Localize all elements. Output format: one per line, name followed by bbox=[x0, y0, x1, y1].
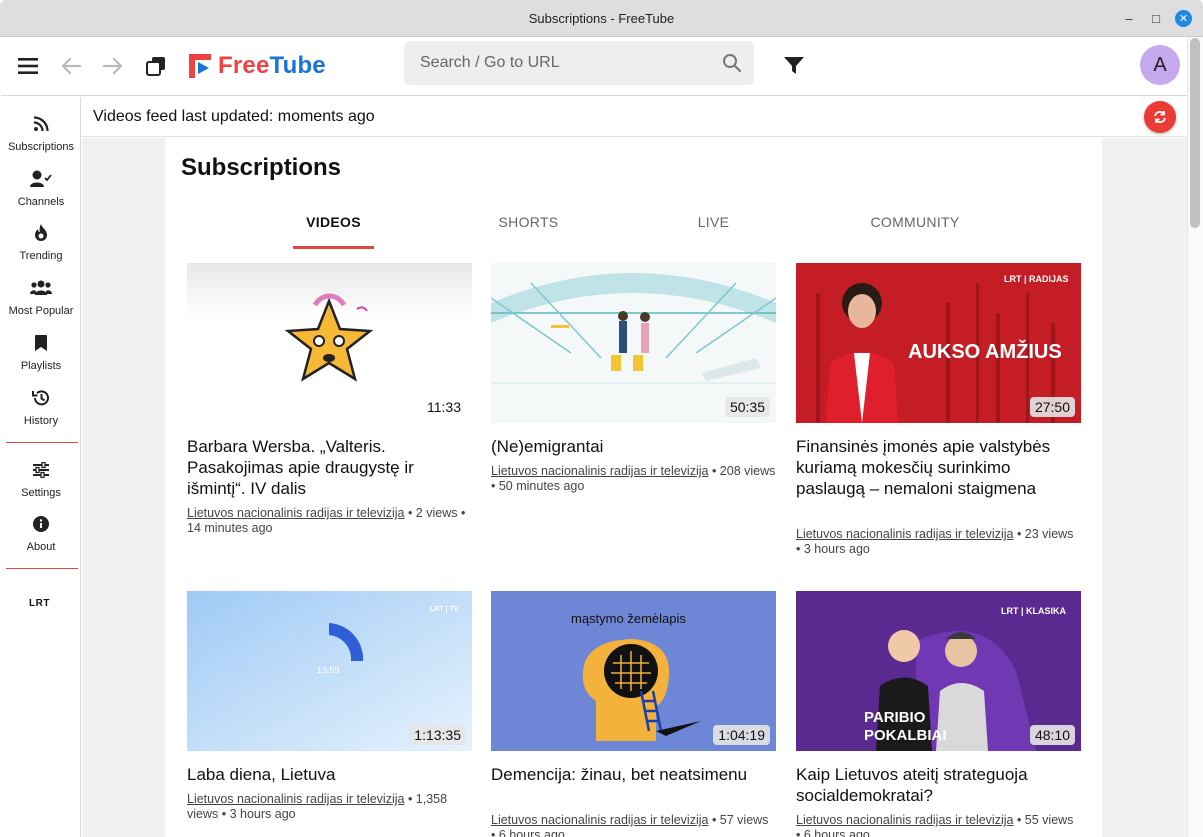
profile-avatar[interactable]: A bbox=[1140, 45, 1180, 85]
rss-icon bbox=[30, 113, 52, 135]
fire-icon bbox=[30, 222, 52, 244]
user-check-icon bbox=[30, 168, 52, 190]
sidebar-item-label: Most Popular bbox=[8, 305, 74, 317]
logo-text-tube: Tube bbox=[269, 52, 326, 79]
tab-shorts[interactable]: SHORTS bbox=[488, 214, 569, 230]
maximize-button[interactable]: □ bbox=[1148, 10, 1164, 26]
close-button[interactable]: ✕ bbox=[1175, 10, 1192, 27]
users-icon bbox=[30, 277, 52, 299]
forward-arrow-icon[interactable] bbox=[100, 53, 126, 79]
video-duration: 50:35 bbox=[724, 397, 770, 417]
svg-text:mąstymo žemėlapis: mąstymo žemėlapis bbox=[571, 611, 686, 626]
sidebar-item-about[interactable]: About bbox=[1, 513, 81, 565]
window-titlebar: Subscriptions - FreeTube – □ ✕ bbox=[0, 0, 1203, 37]
hamburger-menu-icon[interactable] bbox=[15, 54, 41, 78]
sidebar: Subscriptions Channels Trending Most Pop… bbox=[1, 97, 81, 837]
minimize-button[interactable]: – bbox=[1121, 10, 1137, 26]
search-icon[interactable] bbox=[722, 53, 744, 75]
sidebar-item-most-popular[interactable]: Most Popular bbox=[1, 277, 81, 329]
page-title: Subscriptions bbox=[181, 154, 342, 181]
refresh-button[interactable] bbox=[1144, 101, 1176, 133]
new-window-icon[interactable] bbox=[143, 53, 169, 79]
video-channel-link[interactable]: Lietuvos nacionalinis radijas ir televiz… bbox=[187, 506, 404, 520]
logo-text-free: Free bbox=[218, 52, 270, 79]
video-duration: 1:04:19 bbox=[713, 725, 770, 745]
video-duration: 1:13:35 bbox=[409, 725, 466, 745]
filter-icon[interactable] bbox=[781, 53, 807, 79]
svg-text:LRT | KLASIKA: LRT | KLASIKA bbox=[1001, 606, 1067, 616]
video-duration: 11:33 bbox=[422, 397, 466, 417]
active-tab-indicator bbox=[293, 246, 374, 249]
freetube-logo-icon bbox=[189, 54, 211, 78]
svg-text:LRT | RADIJAS: LRT | RADIJAS bbox=[1004, 274, 1069, 284]
video-title[interactable]: Laba diena, Lietuva bbox=[187, 764, 472, 785]
feed-status-bar: Videos feed last updated: moments ago bbox=[82, 97, 1187, 137]
video-thumbnail[interactable]: 11:33 bbox=[187, 263, 472, 423]
svg-text:LRT | TV: LRT | TV bbox=[430, 606, 459, 613]
sidebar-item-label: About bbox=[26, 541, 56, 553]
tab-videos[interactable]: VIDEOS bbox=[293, 214, 374, 230]
svg-text:13:59: 13:59 bbox=[317, 665, 340, 675]
video-thumbnail[interactable]: mąstymo žemėlapis 1:04:19 bbox=[491, 591, 776, 751]
video-title[interactable]: Barbara Wersba. „Valteris. Pasakojimas a… bbox=[187, 436, 472, 499]
scrollbar-thumb[interactable] bbox=[1190, 38, 1200, 228]
sidebar-item-label: Subscriptions bbox=[7, 141, 75, 153]
app-header: FreeTube A bbox=[1, 37, 1187, 96]
sidebar-item-subscriptions[interactable]: Subscriptions bbox=[1, 113, 81, 165]
svg-text:AUKSO AMŽIUS: AUKSO AMŽIUS bbox=[908, 339, 1062, 363]
search-bar bbox=[404, 41, 754, 85]
sidebar-item-label: History bbox=[23, 415, 59, 427]
video-channel-link[interactable]: Lietuvos nacionalinis radijas ir televiz… bbox=[796, 813, 1013, 827]
video-title[interactable]: Kaip Lietuvos ateitį strateguoja sociald… bbox=[796, 764, 1081, 806]
sidebar-item-trending[interactable]: Trending bbox=[1, 222, 81, 274]
sidebar-item-label: Trending bbox=[19, 250, 63, 262]
video-meta: Lietuvos nacionalinis radijas ir televiz… bbox=[491, 464, 776, 493]
bookmark-icon bbox=[30, 332, 52, 354]
video-title[interactable]: (Ne)emigrantai bbox=[491, 436, 776, 457]
info-icon bbox=[30, 513, 52, 535]
video-title[interactable]: Finansinės įmonės apie valstybės kuriamą… bbox=[796, 436, 1081, 499]
svg-text:POKALBIAI: POKALBIAI bbox=[864, 727, 947, 744]
sidebar-item-playlists[interactable]: Playlists bbox=[1, 332, 81, 384]
sidebar-item-channels[interactable]: Channels bbox=[1, 168, 81, 220]
refresh-icon bbox=[1154, 111, 1166, 123]
video-meta: Lietuvos nacionalinis radijas ir televiz… bbox=[187, 506, 466, 535]
sidebar-divider bbox=[6, 568, 78, 569]
video-thumbnail[interactable]: 50:35 bbox=[491, 263, 776, 423]
sidebar-item-label: Settings bbox=[21, 487, 61, 499]
video-meta: Lietuvos nacionalinis radijas ir televiz… bbox=[796, 813, 1081, 837]
tab-live[interactable]: LIVE bbox=[673, 214, 754, 230]
svg-text:PARIBIO: PARIBIO bbox=[864, 709, 926, 726]
video-channel-link[interactable]: Lietuvos nacionalinis radijas ir televiz… bbox=[491, 464, 708, 478]
back-arrow-icon[interactable] bbox=[58, 53, 84, 79]
video-views-count: 2 bbox=[415, 506, 423, 520]
sliders-icon bbox=[30, 459, 52, 481]
sidebar-item-history[interactable]: History bbox=[1, 387, 81, 439]
video-thumbnail[interactable]: AUKSO AMŽIUS LRT | RADIJAS 27:50 bbox=[796, 263, 1081, 423]
window-title: Subscriptions - FreeTube bbox=[528, 11, 675, 26]
video-title[interactable]: Demencija: žinau, bet neatsimenu bbox=[491, 764, 776, 785]
video-channel-link[interactable]: Lietuvos nacionalinis radijas ir televiz… bbox=[491, 813, 708, 827]
video-channel-link[interactable]: Lietuvos nacionalinis radijas ir televiz… bbox=[187, 792, 404, 806]
video-meta: Lietuvos nacionalinis radijas ir televiz… bbox=[187, 792, 448, 821]
sidebar-item-label: Playlists bbox=[20, 360, 62, 372]
video-meta: Lietuvos nacionalinis radijas ir televiz… bbox=[491, 813, 776, 837]
history-icon bbox=[30, 387, 52, 409]
video-duration: 27:50 bbox=[1029, 397, 1075, 417]
video-channel-link[interactable]: Lietuvos nacionalinis radijas ir televiz… bbox=[796, 527, 1013, 541]
sidebar-item-settings[interactable]: Settings bbox=[1, 459, 81, 511]
sidebar-divider bbox=[6, 442, 78, 443]
sidebar-item-label: Channels bbox=[17, 196, 65, 208]
video-meta: Lietuvos nacionalinis radijas ir televiz… bbox=[796, 527, 1074, 556]
video-thumbnail[interactable]: 13:59 LRT | TV 1:13:35 bbox=[187, 591, 472, 751]
video-duration: 48:10 bbox=[1029, 725, 1075, 745]
search-input[interactable] bbox=[404, 41, 714, 85]
feed-updated-text: Videos feed last updated: moments ago bbox=[93, 108, 375, 125]
video-thumbnail[interactable]: PARIBIO POKALBIAI LRT | KLASIKA 48:10 bbox=[796, 591, 1081, 751]
freetube-logo[interactable]: FreeTube bbox=[188, 52, 326, 80]
tab-community[interactable]: COMMUNITY bbox=[860, 214, 970, 230]
sidebar-channel-lrt[interactable]: LRT bbox=[29, 598, 50, 609]
